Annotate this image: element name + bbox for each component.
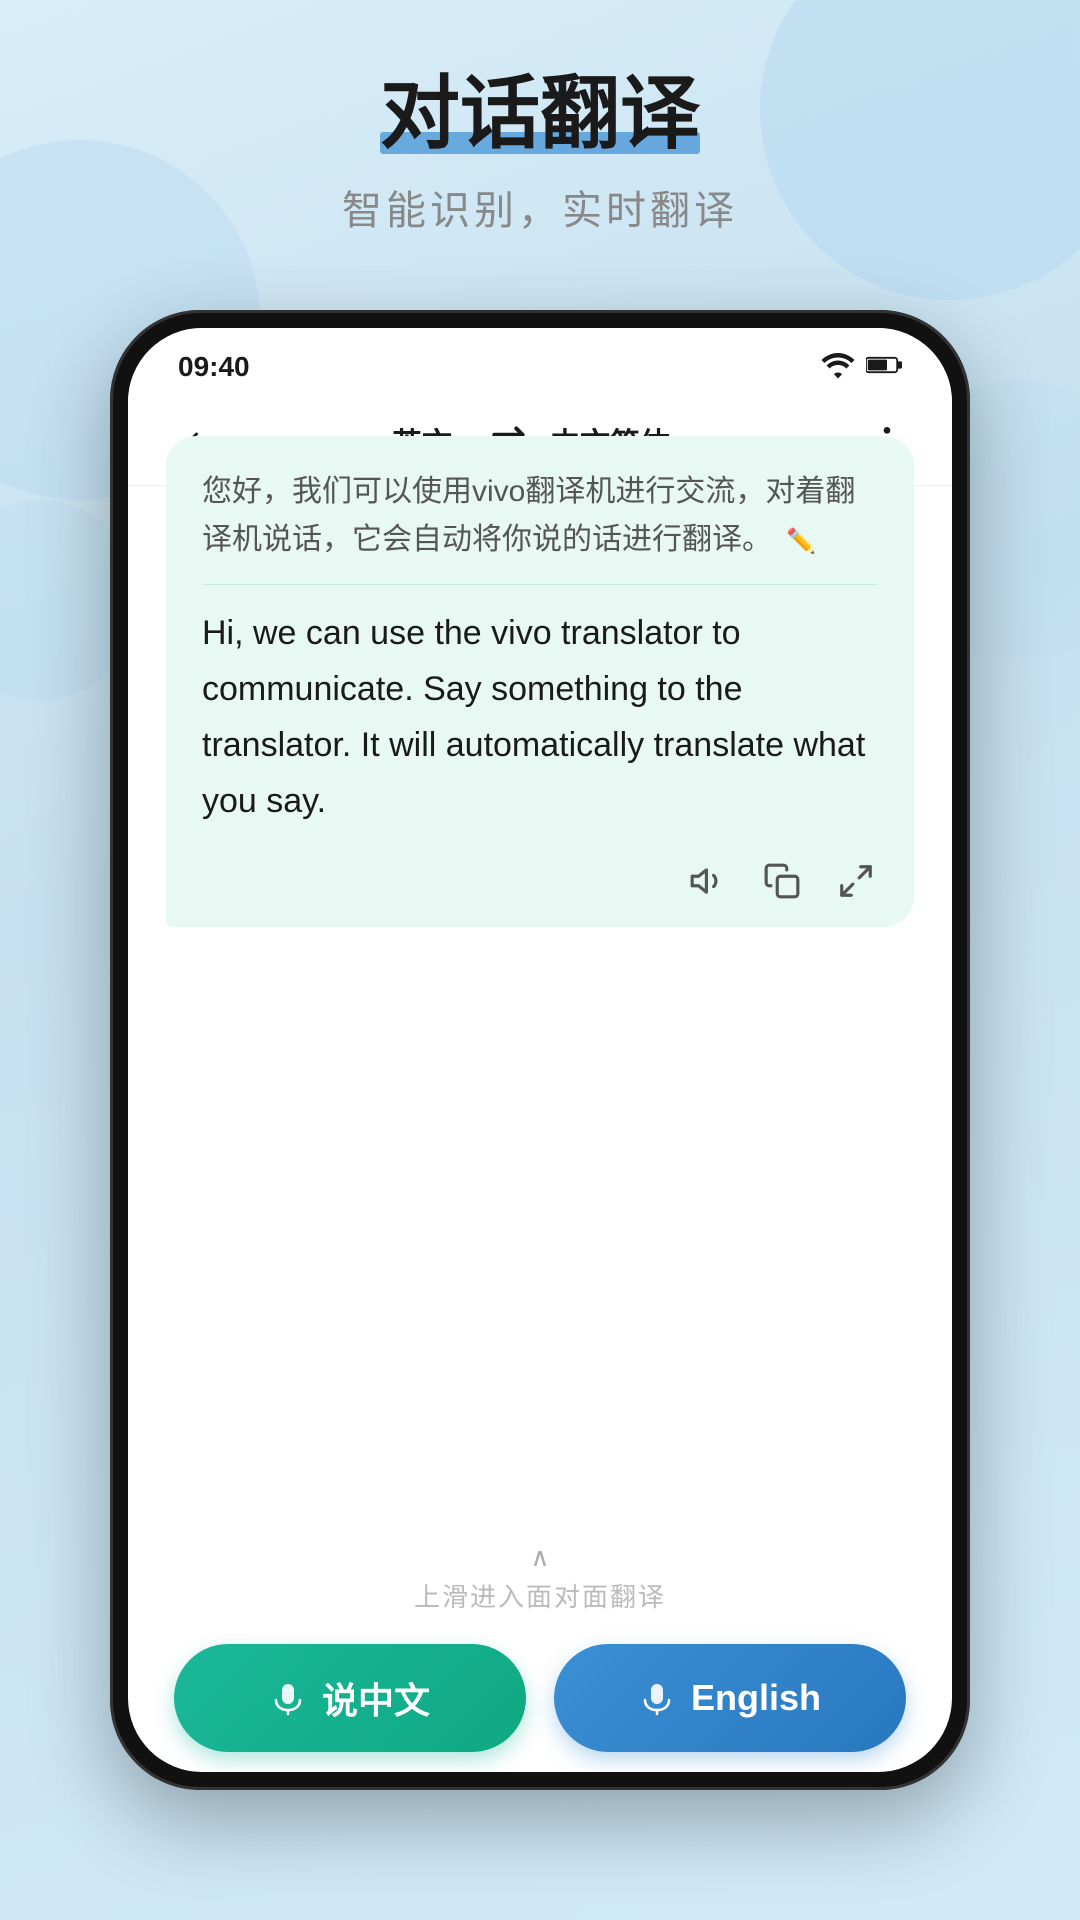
chat-area: 您好，我们可以使用vivo翻译机进行交流，对着翻译机说话，它会自动将你说的话进行… xyxy=(128,396,952,1542)
phone-mockup: 09:40 xyxy=(110,310,970,1790)
phone-screen: 09:40 xyxy=(128,328,952,1772)
status-time: 09:40 xyxy=(178,351,250,383)
slide-hint-text: 上滑进入面对面翻译 xyxy=(414,1577,666,1614)
slide-hint: ∧ 上滑进入面对面翻译 xyxy=(128,1542,952,1614)
bottom-area: ∧ 上滑进入面对面翻译 说中文 xyxy=(128,1542,952,1772)
speak-chinese-label: 说中文 xyxy=(322,1672,430,1724)
divider xyxy=(202,584,878,585)
battery-icon xyxy=(866,351,902,384)
header-area: 对话翻译 智能识别，实时翻译 xyxy=(0,70,1080,236)
main-title: 对话翻译 xyxy=(380,70,700,158)
status-bar: 09:40 xyxy=(128,328,952,396)
status-icons xyxy=(820,351,902,384)
speaker-icon[interactable] xyxy=(686,859,730,903)
sub-title: 智能识别，实时翻译 xyxy=(0,178,1080,236)
expand-icon[interactable] xyxy=(834,859,878,903)
mic-icon-chinese xyxy=(270,1680,306,1716)
copy-icon[interactable] xyxy=(760,859,804,903)
action-icons xyxy=(202,849,878,903)
edit-icon[interactable]: ✏️ xyxy=(786,528,816,555)
speak-english-button[interactable]: English xyxy=(554,1644,906,1752)
button-row: 说中文 English xyxy=(128,1644,952,1752)
chinese-text: 您好，我们可以使用vivo翻译机进行交流，对着翻译机说话，它会自动将你说的话进行… xyxy=(202,468,878,564)
mic-icon-english xyxy=(639,1680,675,1716)
speak-english-label: English xyxy=(691,1677,821,1719)
speak-chinese-button[interactable]: 说中文 xyxy=(174,1644,526,1752)
english-text: Hi, we can use the vivo translator to co… xyxy=(202,605,878,829)
phone-content: 您好，我们可以使用vivo翻译机进行交流，对着翻译机说话，它会自动将你说的话进行… xyxy=(128,396,952,1772)
wifi-icon xyxy=(820,351,856,384)
chevron-up-icon: ∧ xyxy=(530,1542,549,1573)
message-bubble: 您好，我们可以使用vivo翻译机进行交流，对着翻译机说话，它会自动将你说的话进行… xyxy=(166,436,914,927)
